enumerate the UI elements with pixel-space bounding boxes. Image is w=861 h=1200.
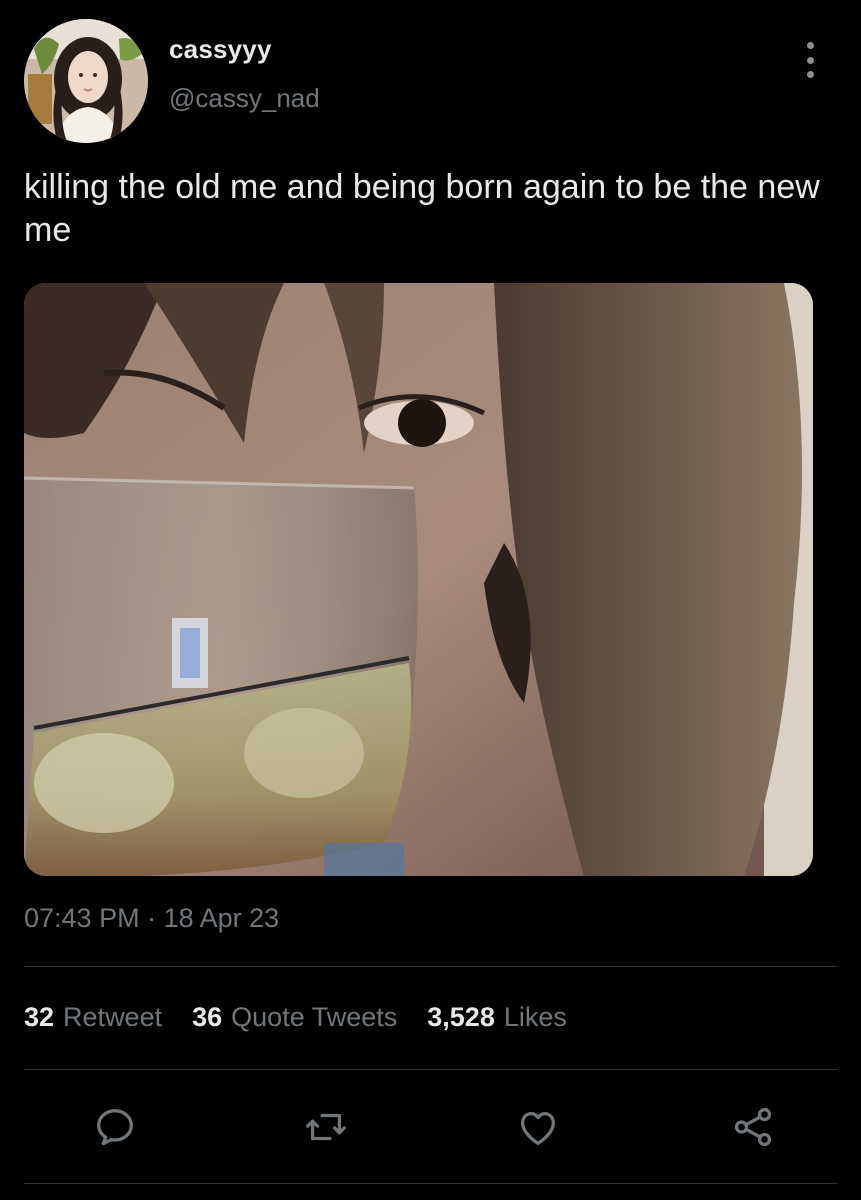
display-name[interactable]: cassyyy — [169, 34, 272, 65]
quote-label: Quote Tweets — [231, 1002, 398, 1032]
retweet-icon — [306, 1113, 346, 1141]
divider — [24, 1069, 837, 1070]
like-button[interactable] — [514, 1103, 562, 1151]
share-button[interactable] — [729, 1103, 777, 1151]
avatar[interactable] — [24, 19, 148, 143]
more-dot — [806, 56, 814, 64]
share-icon — [734, 1107, 772, 1147]
user-handle[interactable]: @cassy_nad — [169, 83, 320, 114]
likes-label: Likes — [503, 1002, 567, 1032]
likes-count-stat[interactable]: 3,528 Likes — [427, 1002, 567, 1033]
like-icon — [521, 1111, 555, 1145]
likes-count: 3,528 — [427, 1002, 495, 1032]
quote-count-stat[interactable]: 36 Quote Tweets — [192, 1002, 397, 1033]
reply-icon — [97, 1109, 133, 1146]
divider — [24, 1183, 837, 1184]
retweet-button[interactable] — [302, 1103, 350, 1151]
photo — [24, 283, 813, 876]
more-dot — [806, 71, 814, 78]
divider — [24, 966, 837, 967]
tweet-text: killing the old me and being born again … — [24, 168, 820, 249]
tweet-timestamp[interactable]: 07:43 PM · 18 Apr 23 — [24, 903, 279, 934]
retweet-label: Retweet — [63, 1002, 163, 1032]
tweet-media-image[interactable] — [24, 283, 813, 876]
tweet-stats: 32 Retweet 36 Quote Tweets 3,528 Likes — [24, 1002, 597, 1033]
more-dots-icon — [806, 42, 814, 49]
quote-count: 36 — [192, 1002, 223, 1032]
retweet-count-stat[interactable]: 32 Retweet — [24, 1002, 162, 1033]
avatar-image — [24, 19, 148, 143]
retweet-count: 32 — [24, 1002, 55, 1032]
more-options-button[interactable] — [796, 42, 824, 78]
reply-button[interactable] — [91, 1103, 139, 1151]
